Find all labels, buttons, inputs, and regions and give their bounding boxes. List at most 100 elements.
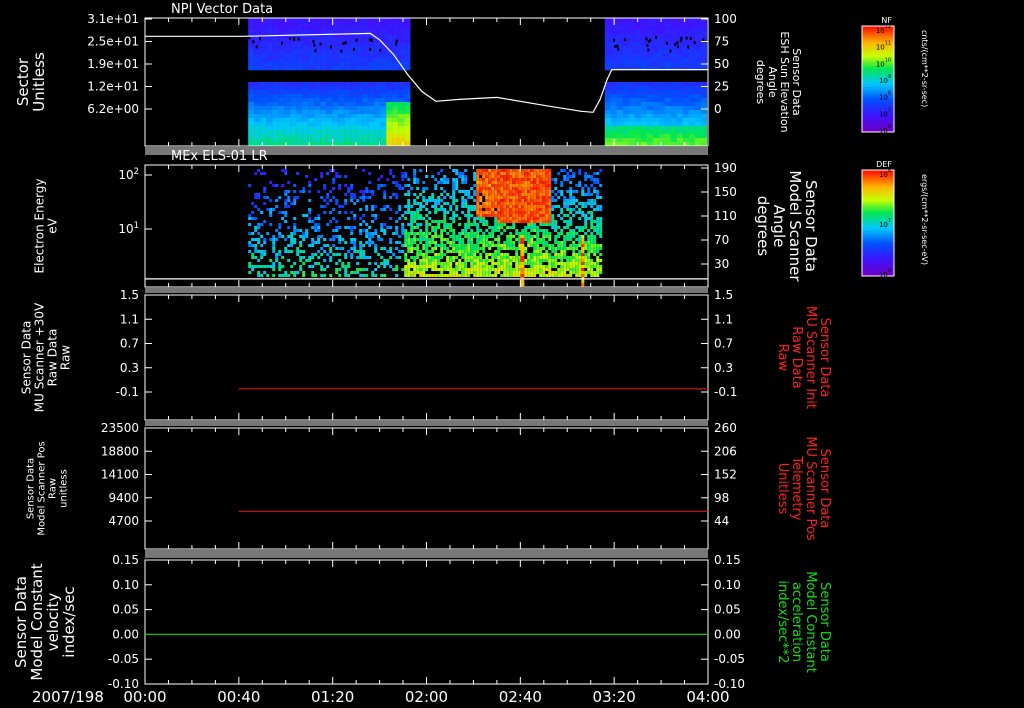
spectrogram-cell [443, 196, 447, 199]
spectrogram-cell [545, 202, 549, 205]
spectrogram-cell [554, 181, 558, 184]
spectrogram-cell [254, 118, 261, 123]
spectrogram-cell [365, 241, 369, 244]
spectrogram-cell [664, 122, 671, 127]
spectrogram-cell [320, 62, 327, 67]
spectrogram-cell [640, 98, 647, 103]
spectrogram-cell [272, 274, 276, 277]
spectrogram-cell [368, 138, 375, 143]
spectrogram-cell [476, 202, 480, 205]
spectrogram-cell [539, 250, 543, 253]
spectrogram-cell [413, 226, 417, 229]
spectrogram-cell [518, 196, 522, 199]
spectrogram-cell [664, 114, 671, 119]
spectrogram-cell [539, 175, 543, 178]
spectrogram-cell [314, 130, 321, 135]
spectrogram-cell [272, 46, 279, 51]
spectrogram-cell [284, 46, 291, 51]
spectrogram-cell [482, 187, 486, 190]
spectrogram-cell [646, 98, 653, 103]
spectrogram-cell [308, 184, 312, 187]
spectrogram-cell [509, 205, 513, 208]
spectrogram-cell [587, 202, 591, 205]
spectrogram-cell [260, 223, 264, 226]
spectrogram-cell [572, 265, 576, 268]
spectrogram-cell [640, 90, 647, 95]
spectrogram-cell [628, 34, 635, 39]
spectrogram-cell [401, 187, 405, 190]
spectrogram-cell [458, 235, 462, 238]
spectrogram-cell [584, 259, 588, 262]
spectrogram-cell [473, 223, 477, 226]
spectrogram-cell [404, 268, 408, 271]
spectrogram-cell [688, 122, 695, 127]
spectrogram-cell [404, 26, 411, 31]
spectrogram-cell [404, 134, 411, 139]
spectrogram-cell [575, 262, 579, 265]
spectrogram-cell [329, 238, 333, 241]
spectrogram-cell [389, 238, 393, 241]
spectrogram-cell [329, 211, 333, 214]
spectrogram-cell [296, 30, 303, 35]
spectrogram-cell [563, 202, 567, 205]
spectrogram-cell [658, 110, 665, 115]
spectrogram-cell [263, 250, 267, 253]
spectrogram-cell [476, 250, 480, 253]
spectrogram-cell [362, 190, 366, 193]
spectrogram-cell [530, 238, 534, 241]
spectrogram-cell [356, 199, 360, 202]
spectrogram-cell [464, 253, 468, 256]
spectrogram-cell [266, 98, 273, 103]
spectrogram-cell [362, 122, 369, 127]
spectrogram-cell [587, 259, 591, 262]
spectrogram-cell [434, 247, 438, 250]
spectrogram-cell [260, 106, 267, 111]
spectrogram-cell [422, 265, 426, 268]
spectrogram-cell [485, 169, 489, 172]
spectrogram-cell [670, 26, 677, 31]
spectrogram-cell [476, 241, 480, 244]
spectrogram-cell [380, 62, 387, 67]
spectrogram-cell [512, 268, 516, 271]
spectrogram-cell [458, 244, 462, 247]
spectrogram-cell [590, 214, 594, 217]
spectrogram-cell [323, 205, 327, 208]
spectrogram-cell [350, 62, 357, 67]
spectrogram-cell [344, 62, 351, 67]
spectrogram-cell [407, 268, 411, 271]
spectrogram-cell [260, 38, 267, 43]
spectrogram-cell [380, 238, 384, 241]
spectrogram-cell [682, 30, 689, 35]
spectrogram-cell [371, 274, 375, 277]
spectrogram-cell [422, 247, 426, 250]
spectrogram-cell [527, 238, 531, 241]
spectrogram-cell [428, 232, 432, 235]
spectrogram-cell [269, 208, 273, 211]
spectrogram-cell [622, 58, 629, 63]
spectrogram-cell [344, 66, 351, 71]
spectrogram-cell [353, 247, 357, 250]
spectrogram-cell [515, 193, 519, 196]
spectrogram-cell [416, 214, 420, 217]
spectrogram-cell [539, 202, 543, 205]
spectrogram-cell [518, 208, 522, 211]
spectrogram-cell [479, 241, 483, 244]
spectrogram-cell [646, 62, 653, 67]
spectrogram-cell [604, 26, 611, 31]
spectrogram-cell [479, 229, 483, 232]
spectrogram-cell [332, 50, 339, 55]
right-tick-label: 100 [714, 12, 737, 26]
spectrogram-cell [311, 244, 315, 247]
spectrogram-cell [497, 229, 501, 232]
spectrogram-cell [688, 98, 695, 103]
spectrogram-cell [563, 265, 567, 268]
spectrogram-cell [452, 259, 456, 262]
spectrogram-cell [604, 86, 611, 91]
spectrogram-cell [323, 211, 327, 214]
spectrogram-cell [437, 226, 441, 229]
spectrogram-cell [646, 106, 653, 111]
spectrogram-cell [569, 196, 573, 199]
spectrogram-cell [610, 86, 617, 91]
spectrogram-cell [449, 259, 453, 262]
spectrogram-cell [527, 232, 531, 235]
